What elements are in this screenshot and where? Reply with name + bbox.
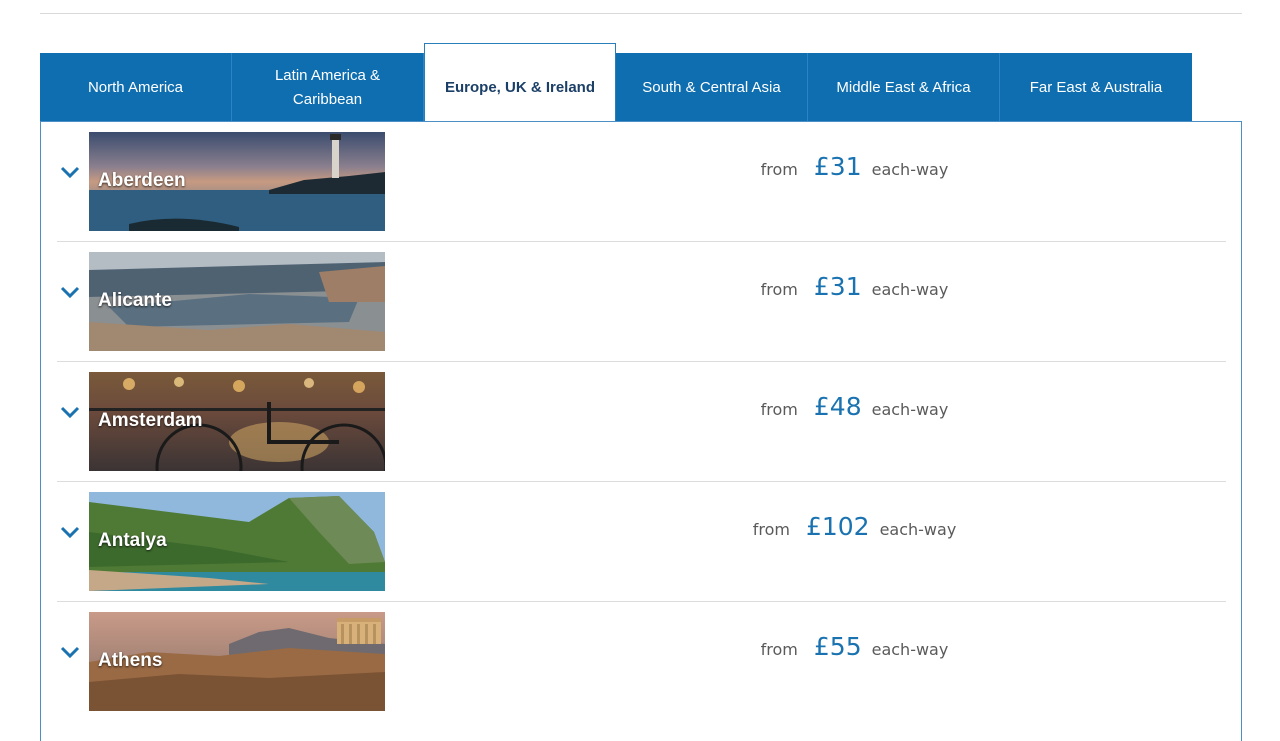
from-label: from xyxy=(760,160,798,179)
city-name: Antalya xyxy=(98,530,167,551)
tab-label: South & Central Asia xyxy=(642,78,781,96)
price-info[interactable]: from £102 each-way xyxy=(517,512,1192,541)
tab-label: North America xyxy=(87,78,184,96)
top-divider xyxy=(40,13,1242,14)
price-info[interactable]: from £31 each-way xyxy=(517,272,1192,301)
city-name: Amsterdam xyxy=(98,410,203,431)
city-name: Athens xyxy=(98,650,163,671)
tab-north-america[interactable]: North America xyxy=(40,53,232,122)
tab-label: Latin America & Caribbean xyxy=(274,66,381,108)
price-suffix: each-way xyxy=(879,520,957,539)
tab-europe-uk-ireland[interactable]: Europe, UK & Ireland xyxy=(424,43,616,122)
destination-row[interactable]: Alicante from £31 each-way xyxy=(57,242,1226,362)
price-suffix: each-way xyxy=(871,160,949,179)
price-amount: £48 xyxy=(813,392,862,421)
tab-label: Middle East & Africa xyxy=(836,78,971,96)
price-amount: £55 xyxy=(813,632,862,661)
city-name: Alicante xyxy=(98,290,172,311)
price-suffix: each-way xyxy=(871,400,949,419)
destination-row[interactable]: Aberdeen from £31 each-way xyxy=(57,122,1226,242)
tab-latin-america-caribbean[interactable]: Latin America & Caribbean xyxy=(232,53,424,122)
tab-middle-east-africa[interactable]: Middle East & Africa xyxy=(808,53,1000,122)
price-info[interactable]: from £31 each-way xyxy=(517,152,1192,181)
destination-row[interactable]: Athens from £55 each-way xyxy=(57,602,1226,722)
aberdeen-photo[interactable]: Aberdeen xyxy=(89,132,385,231)
destination-row[interactable]: Amsterdam from £48 each-way xyxy=(57,362,1226,482)
destination-row[interactable]: Antalya from £102 each-way xyxy=(57,482,1226,602)
chevron-down-icon[interactable] xyxy=(59,165,81,179)
price-amount: £31 xyxy=(813,152,862,181)
alicante-photo[interactable]: Alicante xyxy=(89,252,385,351)
from-label: from xyxy=(752,520,790,539)
chevron-down-icon[interactable] xyxy=(59,405,81,419)
destination-panel: Aberdeen from £31 each-way Alicante from £3… xyxy=(40,121,1242,741)
price-suffix: each-way xyxy=(871,640,949,659)
price-info[interactable]: from £55 each-way xyxy=(517,632,1192,661)
chevron-down-icon[interactable] xyxy=(59,645,81,659)
tab-far-east-australia[interactable]: Far East & Australia xyxy=(1000,53,1192,122)
from-label: from xyxy=(760,400,798,419)
price-suffix: each-way xyxy=(871,280,949,299)
athens-photo[interactable]: Athens xyxy=(89,612,385,711)
antalya-photo[interactable]: Antalya xyxy=(89,492,385,591)
tab-south-central-asia[interactable]: South & Central Asia xyxy=(616,53,808,122)
chevron-down-icon[interactable] xyxy=(59,525,81,539)
amsterdam-photo[interactable]: Amsterdam xyxy=(89,372,385,471)
tab-label: Far East & Australia xyxy=(1029,78,1163,96)
city-name: Aberdeen xyxy=(98,170,186,191)
price-amount: £31 xyxy=(813,272,862,301)
price-info[interactable]: from £48 each-way xyxy=(517,392,1192,421)
region-tabs: North America Latin America & Caribbean … xyxy=(40,43,1192,122)
price-amount: £102 xyxy=(805,512,870,541)
from-label: from xyxy=(760,640,798,659)
tab-label: Europe, UK & Ireland xyxy=(444,79,596,96)
chevron-down-icon[interactable] xyxy=(59,285,81,299)
from-label: from xyxy=(760,280,798,299)
